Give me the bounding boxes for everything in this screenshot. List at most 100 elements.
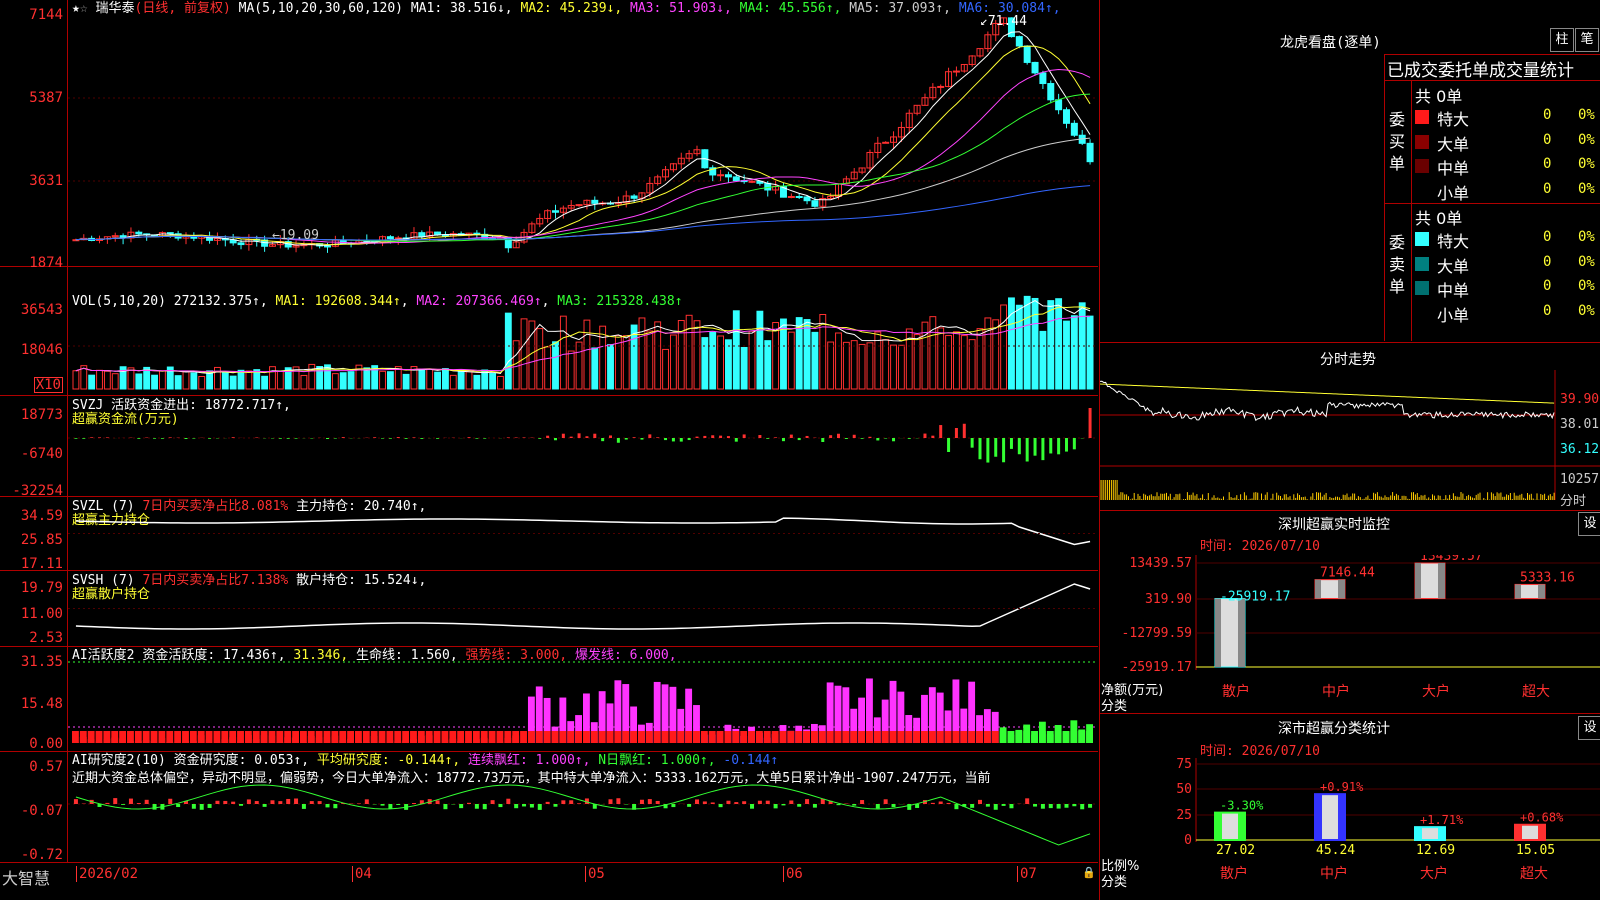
swatch — [1415, 256, 1429, 271]
volume-bar — [669, 334, 677, 390]
volume-bar — [622, 335, 630, 390]
candle — [882, 141, 890, 144]
base-bar — [653, 731, 661, 743]
category-label: 中户 — [1322, 683, 1350, 700]
ai-research-panel[interactable]: 0.57 -0.07 -0.72 AI研究度2(10) 资金研究度: 0.053… — [0, 752, 1098, 863]
x-label: 04 — [352, 866, 372, 882]
volume-bar — [96, 369, 103, 390]
volume-bar — [72, 370, 80, 390]
base-bar — [630, 731, 638, 743]
volume-bar — [835, 332, 842, 390]
volume-bar — [520, 318, 528, 390]
volume-bar — [88, 374, 96, 390]
base-bar — [362, 731, 370, 743]
volume-bar — [237, 369, 245, 390]
svzj-panel[interactable]: 18773 -6740 -32254 SVZJ 活跃资金进出: 18772.71… — [0, 396, 1098, 498]
sz-monitor-title: 深圳超赢实时监控 — [1278, 517, 1390, 533]
fenshi-chart[interactable]: 39.90 38.01 36.12 10257 分时 — [1100, 370, 1600, 509]
stat-row-pct: 0% — [1578, 180, 1595, 197]
kline-chart — [68, 17, 1098, 253]
base-bar — [134, 731, 142, 743]
volume-bar — [952, 331, 960, 390]
candle — [1047, 83, 1055, 101]
volume-bar — [756, 310, 764, 390]
volume-bar — [567, 350, 575, 390]
ma-line — [75, 185, 1091, 241]
candle — [166, 232, 174, 235]
base-bar — [284, 731, 292, 743]
volume-bar — [1086, 315, 1094, 390]
candle — [591, 199, 599, 204]
base-bar — [983, 731, 991, 743]
base-bar — [189, 731, 197, 743]
right-sidebar: 龙虎看盘(逐单) 柱 笔 已成交委托单成交量统计 委买单 共 0单 特大 0 0% 大… — [1099, 0, 1600, 900]
base-bar — [1031, 731, 1038, 743]
tick-view-button[interactable]: 笔 — [1575, 28, 1599, 52]
base-bar — [166, 731, 174, 743]
base-bar — [1062, 731, 1070, 743]
volume-bar — [732, 310, 740, 390]
swatch — [1415, 183, 1429, 198]
base-bar — [457, 731, 465, 743]
base-bar — [79, 731, 87, 743]
candle — [764, 182, 772, 191]
volume-bar — [960, 335, 968, 390]
volume-bar — [536, 328, 544, 390]
avg-price-line — [1100, 383, 1555, 404]
volume-bar — [811, 331, 819, 390]
category-label: 超大 — [1520, 866, 1548, 882]
base-bar — [221, 731, 229, 743]
y-label: 50 — [1176, 782, 1192, 797]
bar-shade — [1238, 812, 1245, 840]
volume-panel[interactable]: 36543 18046 X10 VOL(5,10,20) 272132.375↑… — [0, 267, 1098, 396]
bar-value-label: -25919.17 — [1220, 590, 1290, 605]
bar-value-label: 7146.44 — [1320, 566, 1375, 581]
volume-bar — [583, 319, 591, 390]
base-bar — [535, 731, 543, 743]
volume-bar — [559, 315, 567, 390]
base-bar — [417, 731, 425, 743]
base-bar — [472, 731, 480, 743]
sz-category-settings-button[interactable]: 设 — [1578, 716, 1600, 740]
bar-shade — [1438, 563, 1445, 599]
base-bar — [1054, 731, 1062, 743]
column-view-button[interactable]: 柱 — [1550, 28, 1574, 52]
candle — [1023, 45, 1031, 63]
svzl-panel[interactable]: 34.59 25.85 17.11 SVZL (7) 7日内买卖净占比8.081… — [0, 497, 1098, 571]
base-bar — [260, 731, 268, 743]
stat-row-value: 0 — [1543, 302, 1552, 319]
volume-bar — [426, 368, 434, 390]
sz-monitor-time: 时间: 2026/07/10 — [1200, 539, 1320, 554]
bar-shade — [1338, 794, 1345, 840]
ai-active-panel[interactable]: 31.35 15.48 0.00 AI活跃度2 资金活跃度: 17.436↑, … — [0, 647, 1098, 752]
base-bar — [999, 731, 1007, 743]
volume-bar — [103, 370, 111, 390]
base-bar — [873, 731, 881, 743]
sz-monitor-cat: 分类 — [1101, 699, 1128, 714]
base-bar — [72, 731, 79, 743]
volume-bar — [339, 372, 347, 390]
y-label: -12799.59 — [1122, 626, 1192, 641]
sz-monitor-settings-button[interactable]: 设 — [1578, 512, 1600, 536]
svsh-panel[interactable]: 19.79 11.00 2.53 SVSH (7) 7日内买卖净占比7.138%… — [0, 571, 1098, 647]
volume-bar — [968, 339, 976, 390]
base-bar — [614, 731, 622, 743]
candle — [724, 174, 732, 178]
fenshi-y: 10257 — [1560, 472, 1600, 487]
svsh-chart — [68, 583, 1098, 630]
volume-bar — [591, 347, 599, 390]
ma-line — [75, 137, 1091, 241]
base-bar — [127, 731, 134, 743]
volume-bar — [929, 316, 937, 390]
indicator-line — [75, 583, 1091, 630]
kline-panel[interactable]: 7144 5387 3631 1874 ★☆ 瑞华泰(日线, 前复权) MA(5… — [0, 0, 1098, 270]
volume-bar — [599, 325, 607, 390]
lock-icon[interactable]: 🔒 — [1082, 866, 1096, 879]
base-bar — [119, 731, 127, 743]
candle — [386, 236, 394, 240]
volume-bar — [787, 331, 795, 390]
volume-bar — [1023, 295, 1031, 390]
order-stats-box: 已成交委托单成交量统计 委买单 共 0单 特大 0 0% 大单 0 0% 中单 0 0% 小单 0 0… — [1384, 54, 1600, 341]
volume-bar — [473, 374, 481, 390]
base-bar — [1023, 731, 1031, 743]
